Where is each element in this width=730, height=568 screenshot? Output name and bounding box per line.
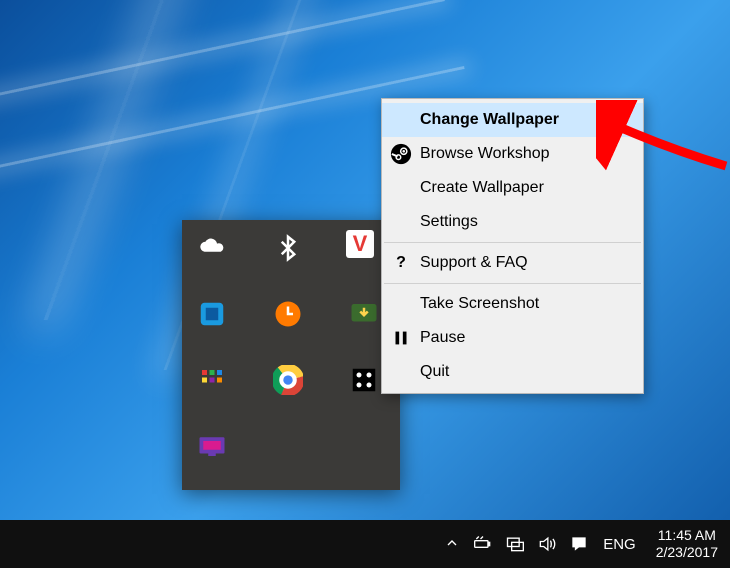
antivirus-icon[interactable]: V (346, 230, 374, 258)
intel-graphics-icon[interactable] (194, 296, 230, 332)
clock-date: 2/23/2017 (656, 544, 718, 561)
menu-change-wallpaper[interactable]: Change Wallpaper (382, 103, 643, 137)
menu-item-label: Create Wallpaper (420, 179, 544, 197)
menu-item-label: Pause (420, 329, 465, 347)
menu-create-wallpaper[interactable]: Create Wallpaper (382, 171, 643, 205)
wallpaper-decoration (44, 0, 201, 320)
steam-icon (390, 143, 412, 165)
menu-separator (384, 283, 641, 284)
display-app-icon[interactable] (194, 428, 230, 464)
menu-item-label: Quit (420, 363, 449, 381)
pause-icon (390, 327, 412, 349)
menu-item-label: Support & FAQ (420, 254, 528, 272)
menu-take-screenshot[interactable]: Take Screenshot (382, 287, 643, 321)
updater-icon[interactable] (270, 296, 306, 332)
tray-overflow-popup[interactable]: V (182, 220, 400, 490)
menu-item-label: Settings (420, 213, 478, 231)
wallpaper-decoration (0, 0, 445, 105)
pixel-app-icon[interactable] (194, 362, 230, 398)
network-icon[interactable] (499, 520, 531, 568)
clock-time: 11:45 AM (656, 527, 718, 544)
wallpaper-engine-icon[interactable] (346, 362, 382, 398)
action-center-icon[interactable] (563, 520, 595, 568)
bluetooth-icon[interactable] (270, 230, 306, 266)
clock[interactable]: 11:45 AM 2/23/2017 (644, 527, 730, 561)
context-menu[interactable]: Change Wallpaper Browse Workshop Create … (381, 98, 644, 394)
menu-item-label: Change Wallpaper (420, 111, 559, 129)
menu-item-label: Browse Workshop (420, 145, 550, 163)
desktop[interactable]: V (0, 0, 730, 568)
chrome-icon[interactable] (270, 362, 306, 398)
menu-item-label: Take Screenshot (420, 295, 539, 313)
idm-icon[interactable] (346, 296, 382, 332)
menu-separator (384, 242, 641, 243)
volume-icon[interactable] (531, 520, 563, 568)
menu-quit[interactable]: Quit (382, 355, 643, 389)
menu-settings[interactable]: Settings (382, 205, 643, 239)
taskbar[interactable]: ENG 11:45 AM 2/23/2017 (0, 520, 730, 568)
language-indicator[interactable]: ENG (595, 536, 644, 553)
battery-icon[interactable] (467, 520, 499, 568)
tray-chevron-icon[interactable] (437, 535, 467, 554)
onedrive-icon[interactable] (194, 230, 230, 266)
question-icon: ? (390, 252, 412, 274)
menu-pause[interactable]: Pause (382, 321, 643, 355)
menu-support-faq[interactable]: ? Support & FAQ (382, 246, 643, 280)
language-label: ENG (603, 536, 636, 553)
menu-browse-workshop[interactable]: Browse Workshop (382, 137, 643, 171)
